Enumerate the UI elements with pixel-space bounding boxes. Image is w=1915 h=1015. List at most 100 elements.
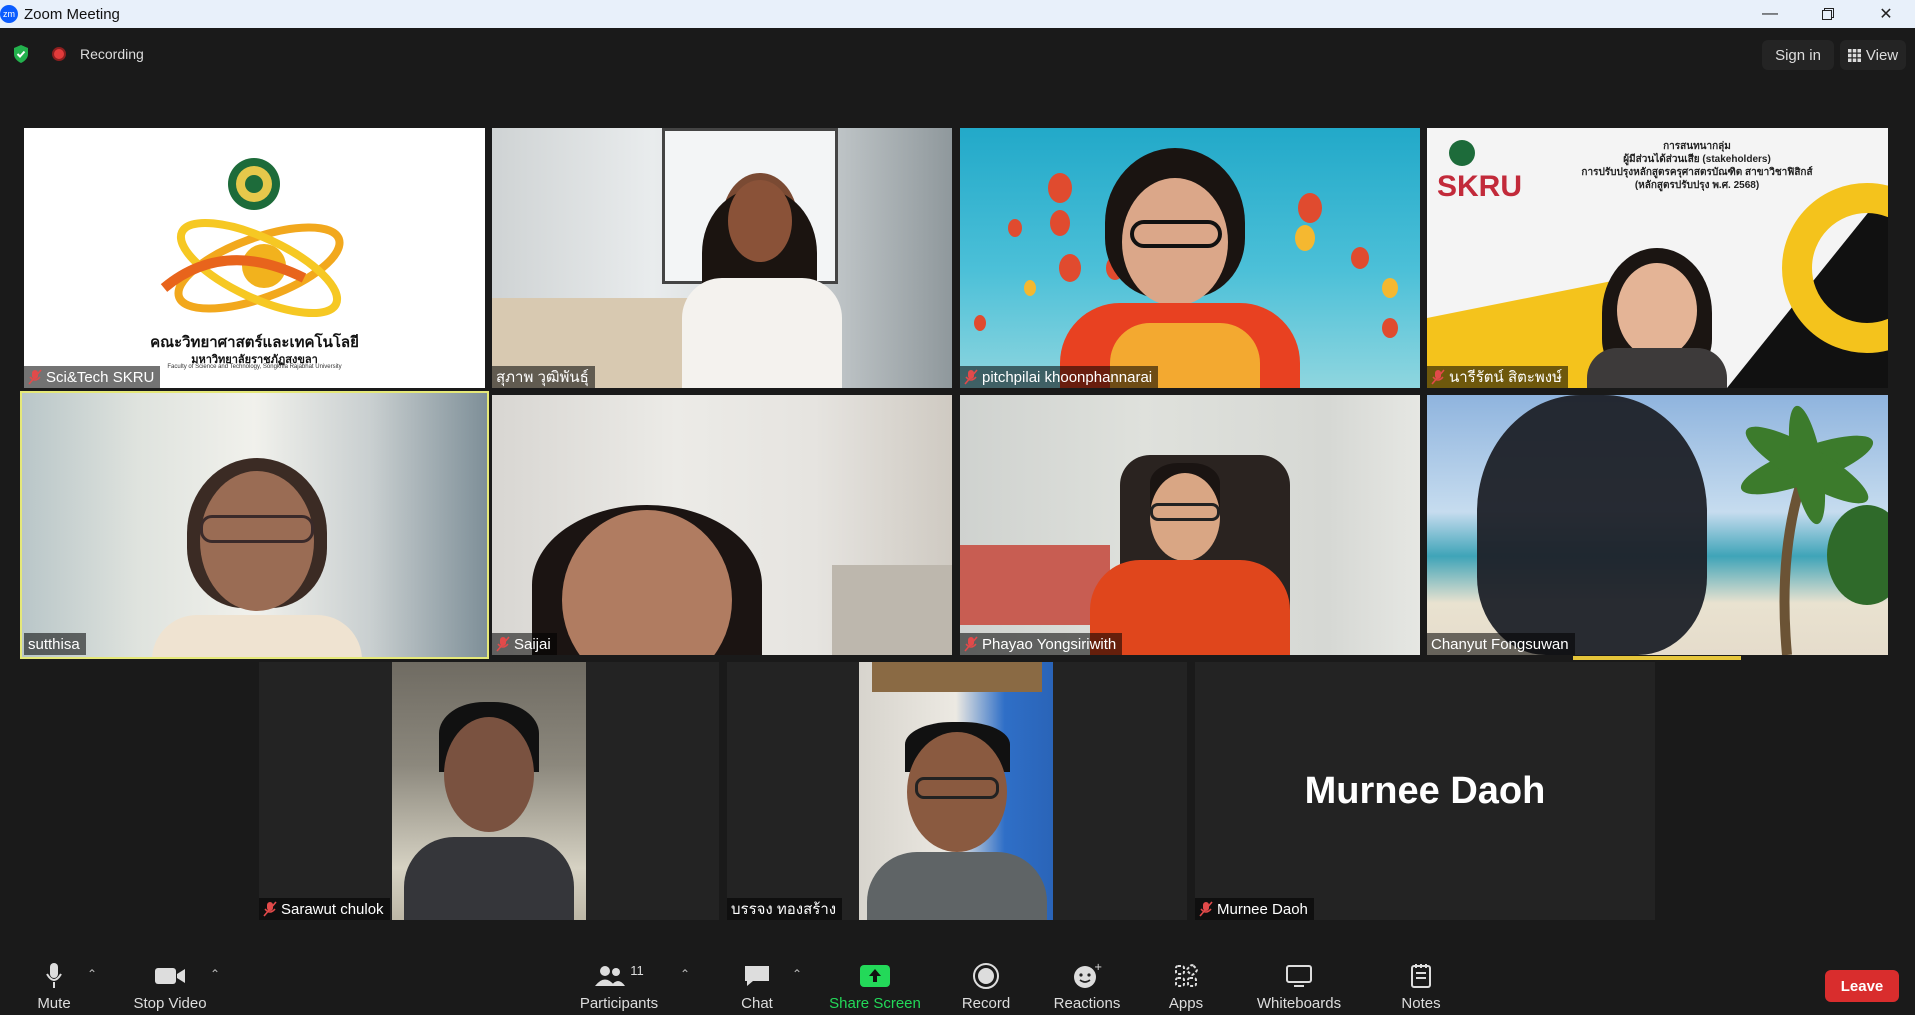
glasses-icon <box>915 777 999 799</box>
participants-button[interactable]: 11 Participants <box>576 955 662 1015</box>
meeting-toolbar: Mute ⌃ Stop Video ⌃ 11 Participants ⌃ Ch… <box>0 955 1915 1015</box>
participant-name-tag: บรรจง ทองสร้าง <box>727 898 843 920</box>
slide-line-2: ผู้มีส่วนได้ส่วนเสีย (stakeholders) <box>1623 154 1771 165</box>
participant-name-tag: Saijai <box>492 633 557 655</box>
participant-shirt <box>404 837 574 920</box>
glasses-icon <box>200 515 314 543</box>
reactions-label: Reactions <box>1053 995 1121 1012</box>
participant-name-tag: Murnee Daoh <box>1195 898 1314 920</box>
mic-muted-icon <box>263 901 277 917</box>
glasses-icon <box>1130 220 1222 248</box>
furniture <box>832 565 952 655</box>
participant-name-tag: นารีรัตน์ สิตะพงษ์ <box>1427 366 1569 388</box>
share-screen-button[interactable]: Share Screen <box>825 955 925 1015</box>
record-button[interactable]: Record <box>958 955 1014 1015</box>
mute-label: Mute <box>37 995 71 1012</box>
video-camera-icon <box>155 968 185 984</box>
ceiling-beam <box>872 662 1042 692</box>
participant-name-tag: pitchpilai khoonphannarai <box>960 366 1159 388</box>
video-tile-participant-10[interactable]: บรรจง ทองสร้าง <box>727 662 1187 920</box>
video-tile-participant-2[interactable]: สุภาพ วุฒิพันธุ์ <box>492 128 952 388</box>
chat-button[interactable]: Chat <box>737 955 777 1015</box>
slide-title: การสนทนากลุ่ม ผู้มีส่วนได้ส่วนเสีย (stak… <box>1527 140 1867 192</box>
participant-shirt <box>152 615 362 657</box>
participant-name-tag: Sarawut chulok <box>259 898 390 920</box>
video-tile-participant-3[interactable]: pitchpilai khoonphannarai <box>960 128 1420 388</box>
mic-muted-icon <box>28 369 42 385</box>
video-tile-scitech[interactable]: คณะวิทยาศาสตร์และเทคโนโลยี มหาวิทยาลัยรา… <box>24 128 485 388</box>
whiteboards-label: Whiteboards <box>1256 995 1342 1012</box>
video-tile-participant-8[interactable]: Chanyut Fongsuwan <box>1427 395 1888 655</box>
participant-name: นารีรัตน์ สิตะพงษ์ <box>1449 369 1563 386</box>
stop-video-button[interactable]: Stop Video <box>130 955 210 1015</box>
audio-options-caret-icon[interactable]: ⌃ <box>87 967 97 981</box>
participant-name: บรรจง ทองสร้าง <box>731 901 837 918</box>
encryption-shield-icon[interactable] <box>12 44 30 64</box>
leave-button[interactable]: Leave <box>1825 970 1899 1002</box>
restore-icon <box>1822 8 1834 20</box>
view-label: View <box>1865 46 1899 64</box>
participant-name: Sarawut chulok <box>281 900 384 918</box>
reactions-button[interactable]: + Reactions <box>1052 955 1122 1015</box>
participant-shirt <box>867 852 1047 920</box>
record-icon <box>973 963 999 989</box>
whiteboards-button[interactable]: Whiteboards <box>1252 955 1346 1015</box>
participant-face <box>1617 263 1697 358</box>
sign-in-button[interactable]: Sign in <box>1762 40 1834 70</box>
share-screen-label: Share Screen <box>829 995 921 1012</box>
restore-button[interactable] <box>1799 0 1857 28</box>
apps-button[interactable]: Apps <box>1166 955 1206 1015</box>
participant-name: sutthisa <box>28 635 80 653</box>
red-crate <box>960 545 1110 625</box>
video-tile-active-speaker[interactable]: sutthisa <box>20 391 489 659</box>
view-button[interactable]: View <box>1840 40 1906 70</box>
share-screen-icon <box>860 965 890 987</box>
slide-line-3: การปรับปรุงหลักสูตรครุศาสตรบัณฑิต สาขาวิ… <box>1581 167 1813 178</box>
minimize-button[interactable]: — <box>1741 0 1799 28</box>
notes-button[interactable]: Notes <box>1396 955 1446 1015</box>
participants-count: 11 <box>630 962 644 978</box>
participant-name-tag: Phayao Yongsiriwith <box>960 633 1123 655</box>
video-options-caret-icon[interactable]: ⌃ <box>210 967 220 981</box>
whiteboard-icon <box>1286 965 1312 987</box>
participant-face <box>728 180 792 262</box>
participant-name: pitchpilai khoonphannarai <box>982 368 1153 386</box>
mic-muted-icon <box>964 636 978 652</box>
recording-label[interactable]: Recording <box>80 46 144 62</box>
participant-name-tag: Chanyut Fongsuwan <box>1427 633 1575 655</box>
record-label: Record <box>961 995 1011 1012</box>
mute-button[interactable]: Mute <box>34 955 74 1015</box>
video-tile-participant-9[interactable]: Sarawut chulok <box>259 662 719 920</box>
reactions-smiley-icon: + <box>1074 962 1102 988</box>
speaking-indicator <box>1573 656 1741 660</box>
chat-bubble-icon <box>745 966 769 986</box>
microphone-icon <box>46 963 62 988</box>
participant-name: Sci&Tech SKRU <box>46 368 155 386</box>
notes-label: Notes <box>1401 995 1441 1012</box>
svg-text:+: + <box>1094 962 1102 973</box>
video-tile-participant-7[interactable]: Phayao Yongsiriwith <box>960 395 1420 655</box>
video-tile-participant-4[interactable]: SKRU การสนทนากลุ่ม ผู้มีส่วนได้ส่วนเสีย … <box>1427 128 1888 388</box>
participant-name: Murnee Daoh <box>1217 900 1308 918</box>
participant-shirt <box>1587 348 1727 388</box>
video-tile-participant-6[interactable]: Saijai <box>492 395 952 655</box>
video-tile-participant-11[interactable]: Murnee Daoh Murnee Daoh <box>1195 662 1655 920</box>
skru-brand: SKRU <box>1437 170 1523 203</box>
chat-label: Chat <box>741 995 773 1012</box>
mic-muted-icon <box>964 369 978 385</box>
participants-icon <box>595 966 626 986</box>
close-button[interactable]: ✕ <box>1857 0 1915 28</box>
participant-display-name: Murnee Daoh <box>1304 770 1546 812</box>
participant-shirt <box>682 278 842 388</box>
participants-label: Participants <box>579 995 659 1012</box>
participants-caret-icon[interactable]: ⌃ <box>680 967 690 981</box>
mic-muted-icon <box>1199 901 1213 917</box>
apps-icon <box>1175 964 1198 987</box>
window-title: Zoom Meeting <box>24 5 120 23</box>
participant-name-tag: sutthisa <box>24 633 86 655</box>
stop-video-label: Stop Video <box>133 995 207 1012</box>
participant-name: Phayao Yongsiriwith <box>982 635 1117 653</box>
grid-icon <box>1847 48 1861 62</box>
mic-muted-icon <box>1431 369 1445 385</box>
chat-caret-icon[interactable]: ⌃ <box>792 967 802 981</box>
